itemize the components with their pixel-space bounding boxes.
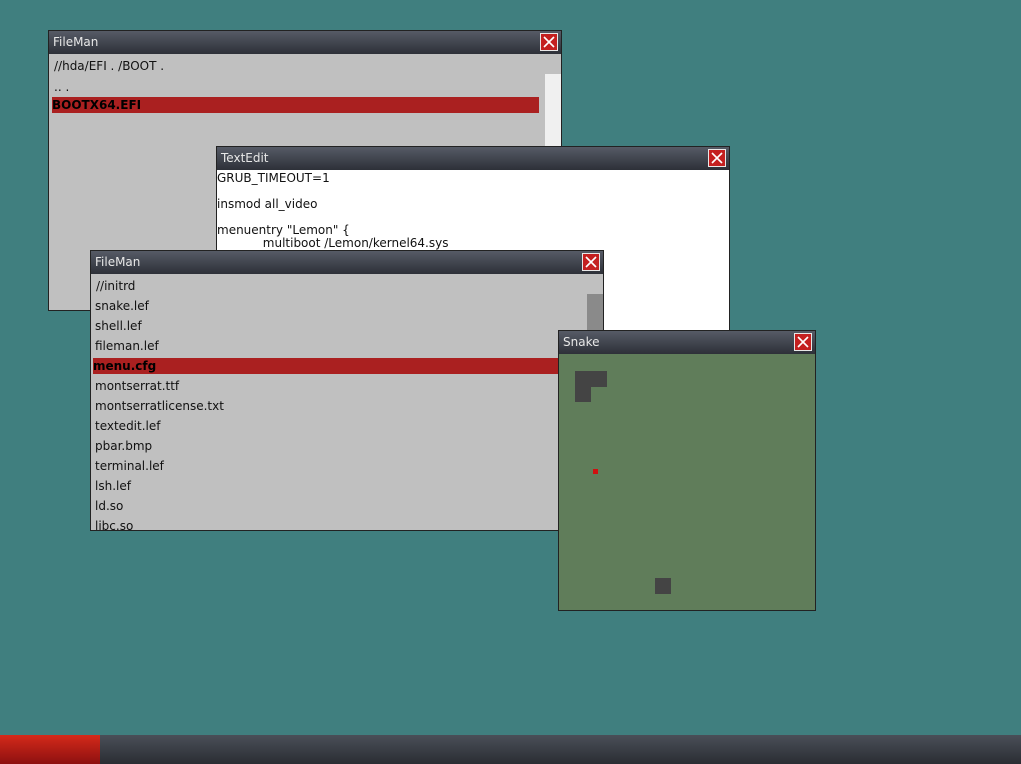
list-item-selected[interactable]: menu.cfg xyxy=(93,358,573,374)
list-item[interactable]: fileman.lef xyxy=(95,338,159,354)
list-item[interactable]: textedit.lef xyxy=(95,418,160,434)
text-line: insmod all_video xyxy=(217,197,318,211)
taskbar xyxy=(0,735,1021,764)
close-button[interactable] xyxy=(708,149,726,167)
snake-window[interactable]: Snake xyxy=(558,330,816,611)
close-icon xyxy=(543,36,555,48)
text-line: multiboot /Lemon/kernel64.sys xyxy=(217,236,449,250)
close-icon xyxy=(711,152,723,164)
fileman-initrd-window[interactable]: FileMan //initrd snake.lef shell.lef fil… xyxy=(90,250,604,531)
textedit-titlebar[interactable]: TextEdit xyxy=(217,147,729,170)
fileman-boot-titlebar[interactable]: FileMan xyxy=(49,31,561,54)
list-item[interactable]: shell.lef xyxy=(95,318,142,334)
window-title: FileMan xyxy=(53,35,99,49)
scrollbar-thumb[interactable] xyxy=(587,294,603,330)
close-button[interactable] xyxy=(794,333,812,351)
list-item[interactable]: ld.so xyxy=(95,498,123,514)
list-item-selected[interactable]: BOOTX64.EFI xyxy=(52,97,539,113)
snake-segment xyxy=(575,371,607,387)
close-icon xyxy=(585,256,597,268)
window-title: FileMan xyxy=(95,255,141,269)
list-item[interactable]: pbar.bmp xyxy=(95,438,152,454)
menu-button[interactable] xyxy=(0,735,100,764)
path-label: //initrd xyxy=(96,279,136,293)
window-title: Snake xyxy=(563,335,600,349)
file-list[interactable]: //initrd snake.lef shell.lef fileman.lef… xyxy=(91,274,603,530)
list-item[interactable]: libc.so xyxy=(95,518,133,530)
snake-segment xyxy=(575,387,591,402)
list-item[interactable]: montserrat.ttf xyxy=(95,378,179,394)
path-label: //hda/EFI . /BOOT . xyxy=(54,59,165,73)
close-icon xyxy=(797,336,809,348)
list-item[interactable]: terminal.lef xyxy=(95,458,164,474)
close-button[interactable] xyxy=(540,33,558,51)
fileman-initrd-titlebar[interactable]: FileMan xyxy=(91,251,603,274)
window-title: TextEdit xyxy=(221,151,269,165)
close-button[interactable] xyxy=(582,253,600,271)
text-line: menuentry "Lemon" { xyxy=(217,223,350,237)
list-item[interactable]: .. . xyxy=(54,79,69,95)
game-field[interactable] xyxy=(559,354,815,610)
food-pellet xyxy=(593,469,598,474)
text-line: GRUB_TIMEOUT=1 xyxy=(217,171,330,185)
snake-segment xyxy=(655,578,671,594)
snake-titlebar[interactable]: Snake xyxy=(559,331,815,354)
list-item[interactable]: snake.lef xyxy=(95,298,149,314)
list-item[interactable]: montserratlicense.txt xyxy=(95,398,224,414)
list-item[interactable]: lsh.lef xyxy=(95,478,131,494)
